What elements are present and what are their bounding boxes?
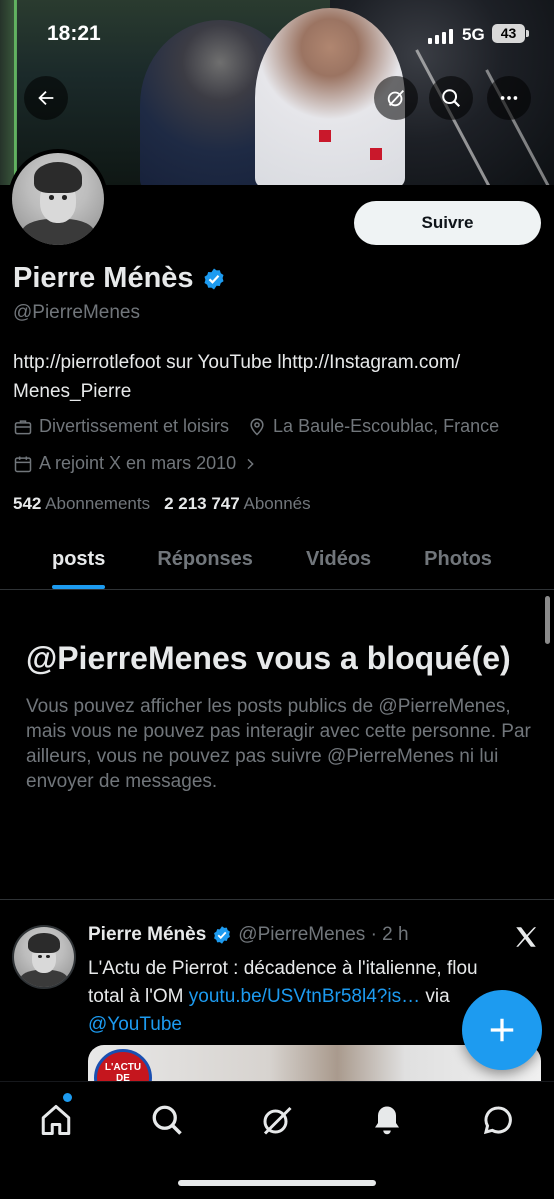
- follow-stats: 542 Abonnements 2 213 747 Abonnés: [13, 494, 311, 514]
- tab-replies[interactable]: Réponses: [157, 530, 253, 589]
- shirt-logo: [319, 130, 331, 142]
- profile-name: Pierre Ménès: [13, 262, 194, 294]
- more-button[interactable]: [487, 76, 531, 120]
- tab-videos[interactable]: Vidéos: [306, 530, 371, 589]
- home-icon[interactable]: [38, 1102, 74, 1138]
- tab-photos[interactable]: Photos: [424, 530, 492, 589]
- compose-button[interactable]: [462, 990, 542, 1070]
- tab-posts[interactable]: posts: [52, 530, 106, 589]
- follow-button[interactable]: Suivre: [354, 201, 541, 245]
- post-header: Pierre Ménès @PierreMenes · 2 h: [88, 924, 409, 946]
- grok-button[interactable]: [374, 76, 418, 120]
- scrollbar[interactable]: [545, 596, 550, 644]
- back-arrow-icon: [38, 90, 54, 106]
- profile-joined[interactable]: A rejoint X en mars 2010: [13, 453, 258, 474]
- followers-link[interactable]: 2 213 747 Abonnés: [164, 494, 311, 514]
- blocked-body: Vous pouvez afficher les posts publics d…: [26, 696, 531, 792]
- network-type: 5G: [462, 25, 485, 44]
- profile-avatar[interactable]: [8, 149, 108, 249]
- briefcase-icon: [14, 419, 32, 434]
- plus-icon: [490, 1018, 514, 1042]
- divider: [0, 899, 554, 900]
- profile-bio[interactable]: http://pierrotlefoot sur YouTube lhttp:/…: [13, 348, 543, 406]
- search-button[interactable]: [429, 76, 473, 120]
- profile-name-row: Pierre Ménès: [13, 262, 226, 295]
- x-logo-icon: [516, 927, 537, 947]
- grok-icon: [387, 90, 405, 107]
- notification-dot: [63, 1093, 72, 1102]
- blocked-title: @PierreMenes vous a bloqué(e): [26, 640, 511, 676]
- grok-icon[interactable]: [259, 1102, 295, 1138]
- shirt-logo: [370, 148, 382, 160]
- chevron-right-icon: [247, 458, 254, 469]
- search-icon[interactable]: [149, 1102, 185, 1138]
- post-mention[interactable]: @YouTube: [88, 1014, 182, 1035]
- home-indicator[interactable]: [178, 1180, 376, 1186]
- post-avatar[interactable]: [12, 925, 76, 989]
- verified-badge-icon[interactable]: [202, 267, 226, 291]
- search-icon: [442, 89, 461, 108]
- chat-icon[interactable]: [480, 1102, 516, 1138]
- back-button[interactable]: [24, 76, 68, 120]
- media-badge: L'ACTU DE: [94, 1049, 152, 1085]
- signal-icon: [428, 28, 453, 44]
- status-bar: 18:21 5G 43: [0, 0, 554, 64]
- post-text[interactable]: L'Actu de Pierrot : décadence à l'italie…: [88, 955, 498, 1039]
- following-link[interactable]: 542 Abonnements: [13, 494, 150, 514]
- post-handle-time: @PierreMenes · 2 h: [238, 924, 409, 945]
- profile-tabs: posts Réponses Vidéos Photos: [0, 530, 554, 590]
- post-link[interactable]: youtu.be/USVtnBr58l4?is…: [189, 986, 420, 1007]
- calendar-icon: [14, 456, 32, 472]
- profile-location: La Baule-Escoublac, France: [247, 416, 499, 437]
- battery-icon: 43: [492, 24, 529, 43]
- location-pin-icon: [250, 417, 264, 436]
- more-icon: [500, 96, 518, 100]
- profile-category: Divertissement et loisirs: [13, 416, 229, 437]
- blocked-notice: @PierreMenes vous a bloqué(e) Vous pouve…: [26, 636, 536, 794]
- post-author-name[interactable]: Pierre Ménès: [88, 924, 206, 946]
- bell-icon[interactable]: [369, 1102, 405, 1138]
- status-time: 18:21: [47, 22, 101, 45]
- verified-badge-icon: [214, 926, 231, 944]
- profile-meta: Divertissement et loisirs La Baule-Escou…: [13, 416, 499, 437]
- profile-handle: @PierreMenes: [13, 302, 140, 323]
